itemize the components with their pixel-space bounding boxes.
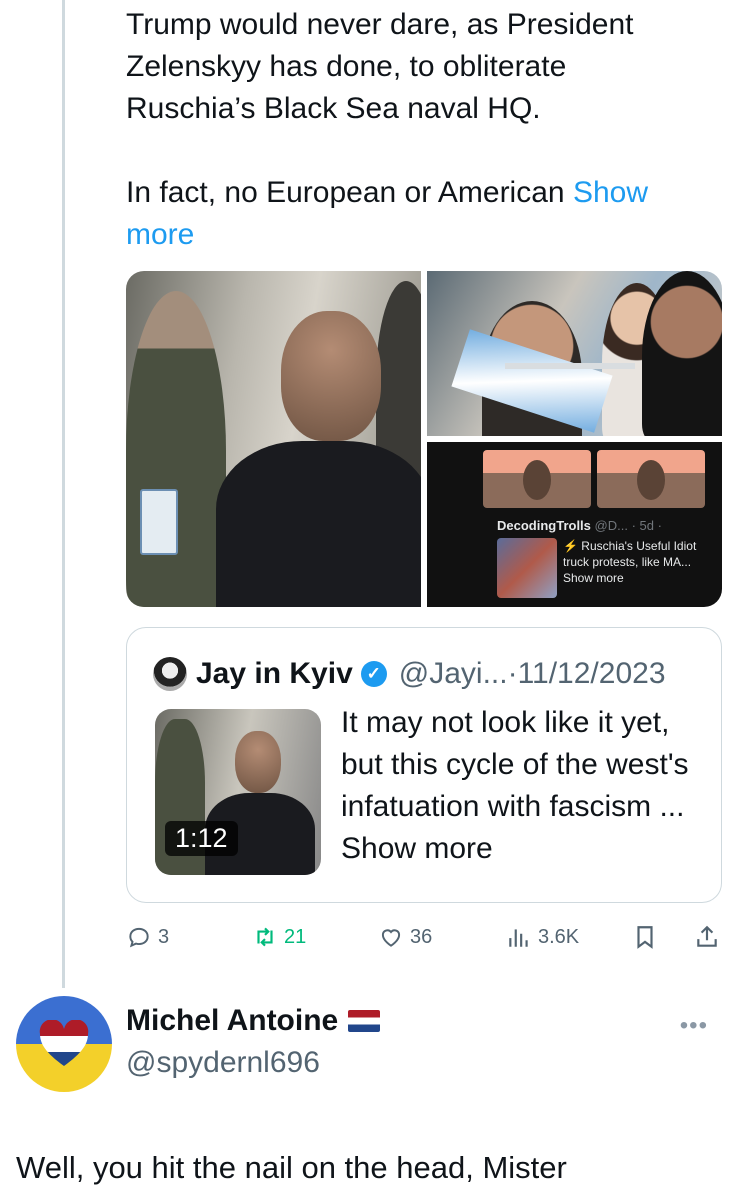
reply-icon xyxy=(129,927,149,948)
tweet-text: Trump would never dare, as President Zel… xyxy=(126,4,716,256)
bookmark-button[interactable] xyxy=(632,924,658,950)
quote-author-name[interactable]: Jay in Kyiv xyxy=(196,657,353,691)
thumbnail-face xyxy=(637,460,665,500)
quote-header: Jay in Kyiv ✓ @Jayi... · 11/12/2023 xyxy=(153,654,666,694)
author-name-row: Michel Antoine xyxy=(126,1004,381,1038)
more-dots-icon[interactable]: ••• xyxy=(680,1012,708,1040)
heart-flag-icon xyxy=(39,1020,89,1066)
reply-text: Well, you hit the nail on the head, Mist… xyxy=(16,1150,567,1185)
quote-date[interactable]: 11/12/2023 xyxy=(518,657,666,691)
tweet-paragraph-2: In fact, no European or American Show mo… xyxy=(126,172,716,256)
embedded-name: DecodingTrolls xyxy=(497,518,591,533)
reply-author: Michel Antoine @spydernl696 ••• xyxy=(16,996,716,1096)
embedded-text: ⚡ Ruschia's Useful Idiot truck protests,… xyxy=(563,539,697,585)
dot-separator: · xyxy=(507,657,518,690)
bookmark-icon xyxy=(637,926,653,949)
author-name[interactable]: Michel Antoine xyxy=(126,1004,338,1038)
heart-icon xyxy=(381,929,401,947)
author-handle[interactable]: @spydernl696 xyxy=(126,1046,320,1080)
thumbnail-face xyxy=(523,460,551,500)
thread-line xyxy=(62,0,65,988)
quote-text: It may not look like it yet, but this cy… xyxy=(341,706,689,865)
quote-tweet[interactable]: Jay in Kyiv ✓ @Jayi... · 11/12/2023 1:12… xyxy=(126,627,722,903)
embedded-tweet-card: DecodingTrolls @D... · 5d · ⚡ Ruschia's … xyxy=(497,518,707,598)
like-count: 36 xyxy=(410,925,433,948)
views-button[interactable]: 3.6K xyxy=(506,924,579,950)
views-count: 3.6K xyxy=(538,925,580,948)
person-right xyxy=(642,271,722,436)
retweet-icon xyxy=(257,927,273,947)
retweet-button[interactable]: 21 xyxy=(252,924,306,950)
verified-badge-icon: ✓ xyxy=(360,661,387,687)
lanyard-badge xyxy=(140,489,178,555)
retweet-count: 21 xyxy=(284,925,307,948)
embedded-handle-time: @D... · 5d · xyxy=(594,518,662,533)
embedded-card-body: ⚡ Ruschia's Useful Idiot truck protests,… xyxy=(497,538,707,598)
share-button[interactable] xyxy=(694,924,720,950)
reply-count: 3 xyxy=(158,925,170,948)
quote-author-handle[interactable]: @Jayi... xyxy=(399,657,508,691)
author-avatar[interactable] xyxy=(16,996,112,1092)
video-duration: 1:12 xyxy=(165,821,238,856)
thumb-person-head xyxy=(235,731,281,793)
tweet-paragraph-1: Trump would never dare, as President Zel… xyxy=(126,8,634,125)
media-photo-zelensky[interactable] xyxy=(126,271,421,607)
media-screenshot[interactable]: DecodingTrolls @D... · 5d · ⚡ Ruschia's … xyxy=(427,442,722,607)
embedded-handle-line: DecodingTrolls @D... · 5d · xyxy=(497,518,707,534)
quote-video-thumbnail[interactable]: 1:12 xyxy=(155,709,321,875)
media-right-column: DecodingTrolls @D... · 5d · ⚡ Ruschia's … xyxy=(427,271,722,607)
main-person-body xyxy=(216,441,421,607)
menorah-icon xyxy=(505,363,635,411)
netherlands-flag-icon xyxy=(348,1010,381,1032)
share-icon xyxy=(697,925,717,947)
reply-button[interactable]: 3 xyxy=(126,924,169,950)
media-photo-menorah[interactable] xyxy=(427,271,722,436)
background-person xyxy=(126,291,226,607)
embedded-image xyxy=(497,538,557,598)
screenshot-thumbnail-1 xyxy=(483,450,591,508)
tweet-paragraph-2-text: In fact, no European or American xyxy=(126,176,573,209)
like-button[interactable]: 36 xyxy=(378,924,432,950)
views-icon xyxy=(509,929,528,947)
screenshot-thumbnail-2 xyxy=(597,450,705,508)
media-grid[interactable]: DecodingTrolls @D... · 5d · ⚡ Ruschia's … xyxy=(126,271,722,607)
main-person-head xyxy=(281,311,381,441)
action-bar: 3 21 36 3.6K xyxy=(126,918,726,958)
quote-avatar[interactable] xyxy=(153,657,187,691)
